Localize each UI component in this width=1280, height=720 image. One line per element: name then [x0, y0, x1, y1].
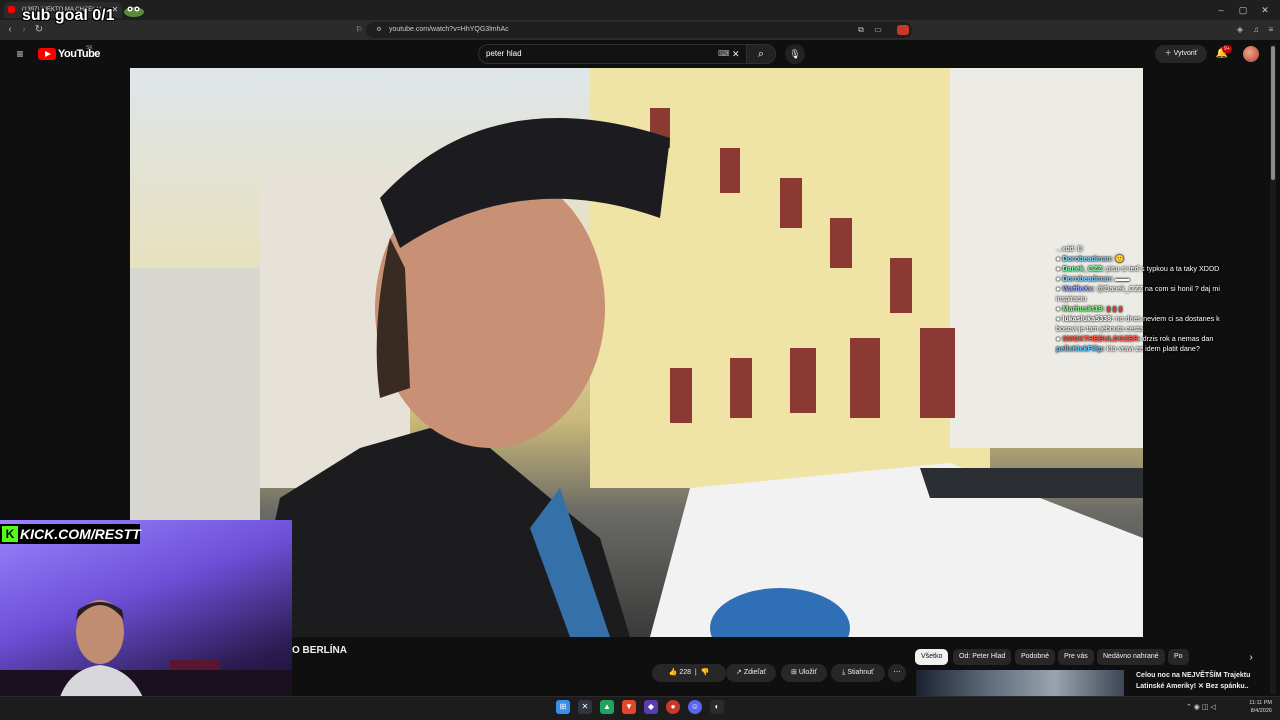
recommended-video-title[interactable]: Celou noc na NEJVĚTŠÍM Trajektu Latinské…	[1136, 670, 1266, 692]
chat-message: ● lukasluka5338: no dnes neviem ci sa do…	[1056, 314, 1220, 333]
scrollbar-thumb[interactable]	[1271, 46, 1275, 180]
chip-from-channel[interactable]: Od: Peter Hlad	[953, 649, 1012, 665]
kick-logo-icon: K	[2, 526, 18, 542]
translate-icon[interactable]: ⧉	[854, 22, 868, 38]
sub-goal-overlay: sub goal 0/1	[22, 7, 115, 24]
chat-user: Marhuskt19:	[1062, 304, 1105, 313]
stream-chat-overlay: ...xdd :D ● Dorobeadman: 🙂 ● Danek_CZZ: …	[1056, 244, 1226, 354]
clear-search-icon[interactable]: ✕	[732, 48, 742, 60]
chat-message: pellxKickFilip: kto vravi ze idem platit…	[1056, 344, 1226, 354]
thumbs-down-icon: 👎	[700, 669, 710, 676]
chat-text: ▬▬	[1115, 274, 1130, 283]
chat-message: ...xdd :D	[1056, 244, 1226, 254]
chip-similar[interactable]: Podobné	[1015, 649, 1056, 665]
microphone-icon[interactable]: 🎙	[785, 44, 805, 64]
chat-message: ● Marhuskt19: ▮ ▮ ▮	[1056, 304, 1123, 313]
close-window-icon[interactable]: ✕	[1250, 2, 1280, 18]
purple-app-icon[interactable]: ◆	[644, 700, 658, 714]
file-explorer-icon[interactable]: ✕	[578, 700, 592, 714]
save-button[interactable]: ⊞ Uložiť	[781, 664, 827, 682]
url-text: youtube.com/watch?v=HhYQG3lmhAc	[389, 26, 509, 33]
download-label: Stiahnuť	[847, 669, 874, 676]
like-count: 228	[679, 669, 692, 676]
share-label: Zdieľať	[743, 669, 766, 676]
chip-all[interactable]: Všetko	[915, 649, 949, 665]
steam-icon[interactable]: ◐	[710, 700, 724, 714]
chat-message: ● Dorobeadman: 🙂	[1056, 254, 1125, 263]
chip-for-you[interactable]: Pre vás	[1058, 649, 1094, 665]
brave-browser-icon[interactable]: ▼	[622, 700, 636, 714]
chat-user: SMOKTHEBULDOZER:	[1062, 334, 1141, 343]
browser-tab-bar	[0, 0, 1280, 20]
chat-user: WaffleXx:	[1062, 284, 1095, 293]
youtube-favicon-icon	[8, 6, 15, 13]
green-app-icon[interactable]: ▲	[600, 700, 614, 714]
share-icon: ↗	[735, 669, 742, 676]
discord-icon[interactable]: ☺	[688, 700, 702, 714]
search-value: peter hlad	[486, 49, 522, 58]
video-title: O BERLÍNA	[292, 645, 347, 656]
search-icon[interactable]: ⌕	[746, 44, 776, 64]
chat-text: ▮ ▮ ▮	[1106, 304, 1123, 313]
chip-more[interactable]: Po	[1168, 649, 1189, 665]
chat-user: Dorobeadman:	[1062, 254, 1114, 263]
chat-user: pellxKickFilip:	[1056, 344, 1105, 353]
download-button[interactable]: ⤓ Stiahnuť	[831, 664, 885, 682]
bookmark-icon[interactable]: ⚐	[352, 22, 366, 38]
clock-date: 8/4/2026	[1250, 708, 1272, 714]
create-label: Vytvoriť	[1173, 50, 1198, 57]
start-menu-icon[interactable]: ⊞	[556, 700, 570, 714]
chat-message: ● WaffleXx: @Danek_CZZ na com si honil ?…	[1056, 284, 1220, 303]
youtube-wordmark: YouTube	[58, 48, 100, 60]
cast-icon[interactable]: ▭	[871, 22, 885, 38]
kick-url: KICK.COM/RESTT	[20, 526, 141, 542]
windows-taskbar	[0, 696, 1280, 720]
streamer-webcam	[0, 520, 292, 720]
site-info-icon[interactable]: ⚙	[372, 22, 386, 38]
chat-user: Dorobeadman:	[1062, 274, 1114, 283]
account-avatar[interactable]	[1243, 46, 1259, 62]
menu-icon[interactable]: ≡	[1264, 22, 1278, 38]
keyboard-icon[interactable]: ⌨	[718, 48, 730, 60]
share-button[interactable]: ↗ Zdieľať	[726, 664, 776, 682]
play-triangle-icon	[45, 51, 51, 57]
chat-text: 🙂	[1115, 254, 1125, 263]
like-dislike-button[interactable]: 👍 228 | 👎	[652, 664, 726, 682]
red-app-icon[interactable]: ●	[666, 700, 680, 714]
notification-badge: 9+	[1222, 45, 1232, 53]
chat-message: ● Dorobeadman: ▬▬	[1056, 274, 1130, 283]
chat-user: lukasluka5338:	[1062, 314, 1114, 323]
more-icon: ⋯	[893, 669, 901, 676]
taskbar-clock[interactable]: 11:11 PM 8/4/2026	[1236, 699, 1272, 715]
plus-icon: ＋	[1164, 50, 1174, 57]
clock-time: 11:11 PM	[1249, 700, 1272, 706]
save-icon: ⊞	[790, 669, 797, 676]
chat-text: drzis rok a nemas dan	[1142, 334, 1214, 343]
create-button[interactable]: ＋ Vytvoriť	[1155, 45, 1207, 63]
recommended-video-thumbnail[interactable]	[916, 670, 1124, 696]
chat-message: ● SMOKTHEBULDOZER: drzis rok a nemas dan	[1056, 334, 1214, 343]
region-code: SK	[86, 45, 93, 51]
more-actions-button[interactable]: ⋯	[888, 664, 906, 682]
system-tray-icons[interactable]: ⌃ ◉ ◫ ◁	[1186, 702, 1230, 714]
chat-message: ● Danek_CZZ: pisu si teď s typkou a ta t…	[1056, 264, 1220, 273]
hamburger-menu-icon[interactable]: ≡	[12, 46, 28, 62]
download-icon: ⤓	[842, 669, 846, 676]
chip-recently-uploaded[interactable]: Nedávno nahrané	[1097, 649, 1165, 665]
media-icon[interactable]: ♫	[1249, 22, 1263, 38]
chat-user: Danek_CZZ:	[1062, 264, 1105, 273]
brave-shields-icon[interactable]	[897, 25, 909, 35]
chat-text: kto vravi ze idem platit dane?	[1106, 344, 1200, 353]
frog-emote-icon	[122, 4, 146, 17]
extensions-icon[interactable]: ◈	[1233, 22, 1247, 38]
save-label: Uložiť	[798, 669, 817, 676]
chat-text: ...xdd :D	[1056, 244, 1083, 253]
chevron-right-icon[interactable]: ›	[1244, 650, 1258, 666]
chat-text: pisu si teď s typkou a ta taky XDDD	[1106, 264, 1220, 273]
thumbs-up-icon: 👍	[668, 669, 678, 676]
